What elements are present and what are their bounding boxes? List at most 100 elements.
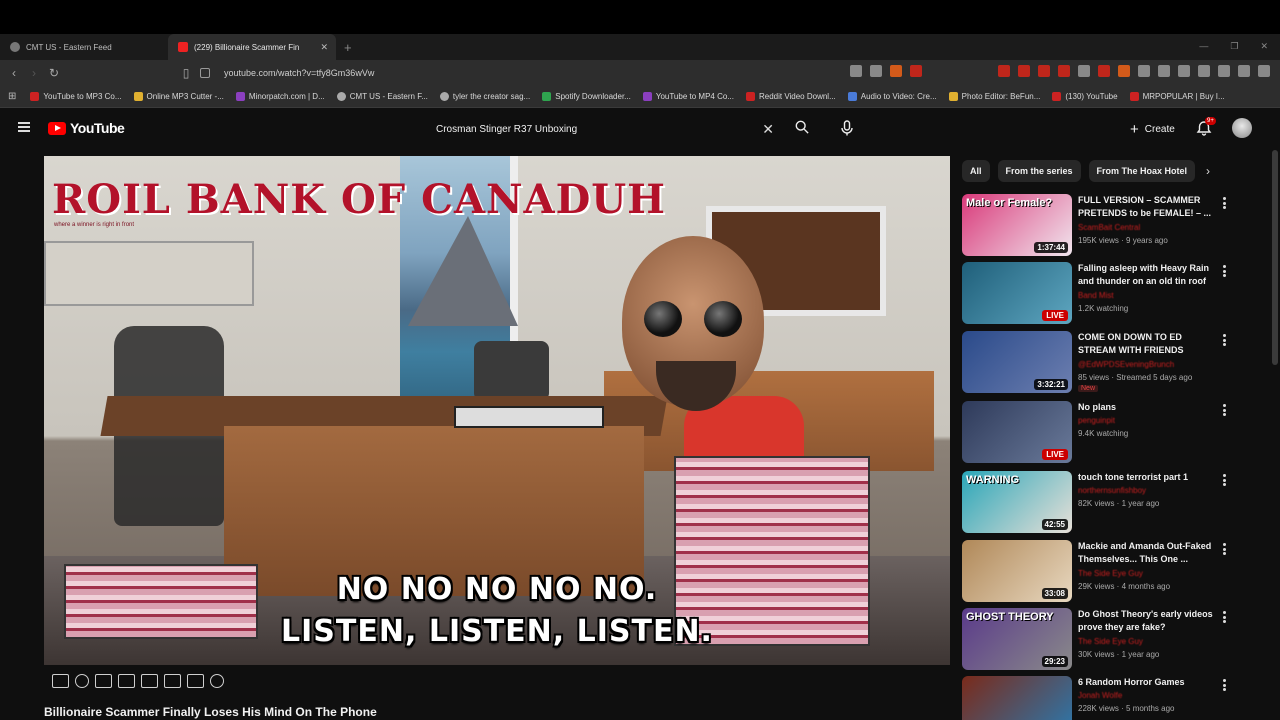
close-tab-icon[interactable]: ✕ [320,42,328,53]
hamburger-menu-icon[interactable] [18,122,30,132]
wallet-icon[interactable] [1218,65,1230,77]
video-thumbnail[interactable]: Male or Female? 1:37:44 [962,194,1072,256]
clear-search-icon[interactable]: ✕ [762,121,774,138]
recommendation-item[interactable]: LIVE No plans penguinpit 9.4K watching [962,401,1262,465]
recommendation-title[interactable]: COME ON DOWN TO ED STREAM WITH FRIENDS [1078,331,1218,357]
bookmark-item[interactable]: (130) YouTube [1052,92,1118,101]
apps-grid-icon[interactable]: ⊞ [8,91,16,102]
video-thumbnail[interactable]: GHOST THEORY 29:23 [962,608,1072,670]
bookmark-item[interactable]: YouTube to MP4 Co... [642,92,734,101]
more-actions-icon[interactable] [1221,611,1227,623]
theater-mode-icon[interactable] [164,674,181,688]
more-actions-icon[interactable] [1221,543,1227,555]
video-thumbnail[interactable]: 33:08 [962,540,1072,602]
video-thumbnail[interactable]: WARNING 42:55 [962,471,1072,533]
menu-icon[interactable] [1258,65,1270,77]
chips-next-arrow-icon[interactable]: › [1206,164,1210,178]
recommendation-title[interactable]: Falling asleep with Heavy Rain and thund… [1078,262,1218,288]
bookmark-item[interactable]: Online MP3 Cutter -... [133,92,224,101]
extension-u-icon[interactable] [1058,65,1070,77]
recommendation-item[interactable]: WARNING 42:55 touch tone terrorist part 1 n… [962,471,1262,535]
recommendation-title[interactable]: Do Ghost Theory's early videos prove the… [1078,608,1218,634]
extension-red-1-icon[interactable] [998,65,1010,77]
recommendation-title[interactable]: 6 Random Horror Games [1078,676,1218,689]
bookmark-item[interactable]: Spotify Downloader... [542,92,631,101]
bookmark-item[interactable]: Photo Editor: BeFun... [948,92,1040,101]
video-thumbnail[interactable]: LIVE [962,262,1072,324]
channel-name[interactable]: ScamBait Central [1078,223,1140,232]
extension-youtube-icon[interactable] [1038,65,1050,77]
minimize-icon[interactable]: — [1199,41,1208,52]
vpn-icon[interactable] [1238,65,1250,77]
recommendation-item[interactable]: 6 Random Horror Games Jonah Wolfe 228K vie… [962,676,1262,720]
recommendation-item[interactable]: LIVE Falling asleep with Heavy Rain and t… [962,262,1262,326]
sidebar-icon[interactable] [1198,65,1210,77]
channel-name[interactable]: Band Mist [1078,291,1114,300]
video-thumbnail[interactable]: 3:32:21 [962,331,1072,393]
brave-shield-icon[interactable] [890,65,902,77]
loop-icon[interactable] [52,674,69,688]
more-actions-icon[interactable] [1221,334,1227,346]
cinema-icon[interactable] [118,674,135,688]
video-thumbnail[interactable] [962,676,1072,720]
chip-from-the-hoax-hotel[interactable]: From The Hoax Hotel [1088,160,1196,182]
recommendation-title[interactable]: No plans [1078,401,1218,414]
audio-wave-icon[interactable] [75,674,89,688]
chip-all[interactable]: All [962,160,990,182]
search-icon[interactable] [795,120,809,134]
recommendation-title[interactable]: FULL VERSION – SCAMMER PRETENDS to be FE… [1078,194,1218,220]
recommendation-item[interactable]: 33:08 Mackie and Amanda Out-Faked Themsel… [962,540,1262,604]
extension-diamond-icon[interactable] [1078,65,1090,77]
bookmark-icon[interactable]: ▯ [176,66,196,80]
channel-name[interactable]: penguinpit [1078,416,1115,425]
search-input[interactable]: Crosman Stinger R37 Unboxing ✕ [424,116,784,142]
video-player[interactable]: ROIL BANK OF CANADUH where a winner is r… [44,156,950,665]
extension-orange-icon[interactable] [1118,65,1130,77]
channel-name[interactable]: northernsunfishboy [1078,486,1146,495]
forward-arrow-icon[interactable]: › [24,66,44,80]
recommendation-title[interactable]: touch tone terrorist part 1 [1078,471,1218,484]
bookmark-item[interactable]: YouTube to MP3 Co... [30,92,122,101]
address-bar[interactable]: youtube.com/watch?v=tfy8Gm36wVw [200,63,890,83]
browser-tab[interactable]: CMT US - Eastern Feed [0,34,168,60]
more-actions-icon[interactable] [1221,404,1227,416]
recommendation-title[interactable]: Mackie and Amanda Out-Faked Themselves..… [1078,540,1218,566]
recommendation-item[interactable]: 3:32:21 COME ON DOWN TO ED STREAM WITH FR… [962,331,1262,395]
bookmark-item[interactable]: tyler the creator sag... [439,92,530,101]
bookmark-item[interactable]: CMT US - Eastern F... [336,92,428,101]
new-tab-button[interactable]: + [344,40,352,55]
microphone-icon[interactable] [840,120,854,136]
extension-pen-icon[interactable] [1098,65,1110,77]
bookmark-item[interactable]: MRPOPULAR | Buy I... [1129,92,1225,101]
more-actions-icon[interactable] [1221,265,1227,277]
rewards-icon[interactable] [910,65,922,77]
youtube-logo[interactable]: YouTube [48,120,125,136]
channel-name[interactable]: The Side Eye Guy [1078,569,1143,578]
more-actions-icon[interactable] [1221,679,1227,691]
account-avatar[interactable] [1232,118,1252,138]
share-icon[interactable] [870,65,882,77]
site-info-icon[interactable] [200,68,210,78]
more-actions-icon[interactable] [1221,474,1227,486]
bookmark-item[interactable]: Minorpatch.com | D... [235,92,325,101]
bookmark-item[interactable]: Reddit Video Downl... [745,92,836,101]
extension-red-2-icon[interactable] [1018,65,1030,77]
more-actions-icon[interactable] [1221,197,1227,209]
back-arrow-icon[interactable]: ‹ [4,66,24,80]
browser-tab-active[interactable]: (229) Billionaire Scammer Fin ✕ [168,34,336,60]
picture-in-picture-icon[interactable] [141,674,158,688]
create-button[interactable]: + Create [1124,118,1181,140]
page-scrollbar[interactable] [1272,150,1278,365]
chip-from-the-series[interactable]: From the series [997,160,1081,182]
channel-name[interactable]: The Side Eye Guy [1078,637,1143,646]
camera-icon[interactable] [187,674,204,688]
recommendation-item[interactable]: Male or Female? 1:37:44 FULL VERSION – SCA… [962,194,1262,258]
media-icon[interactable] [1178,65,1190,77]
extensions-puzzle-icon[interactable] [1138,65,1150,77]
video-thumbnail[interactable]: LIVE [962,401,1072,463]
bookmark-item[interactable]: Audio to Video: Cre... [847,92,937,101]
settings-gear-icon[interactable] [210,674,224,688]
recommendation-item[interactable]: GHOST THEORY 29:23 Do Ghost Theory's early… [962,608,1262,672]
maximize-icon[interactable]: ❐ [1230,41,1238,52]
channel-name[interactable]: Jonah Wolfe [1078,691,1122,700]
